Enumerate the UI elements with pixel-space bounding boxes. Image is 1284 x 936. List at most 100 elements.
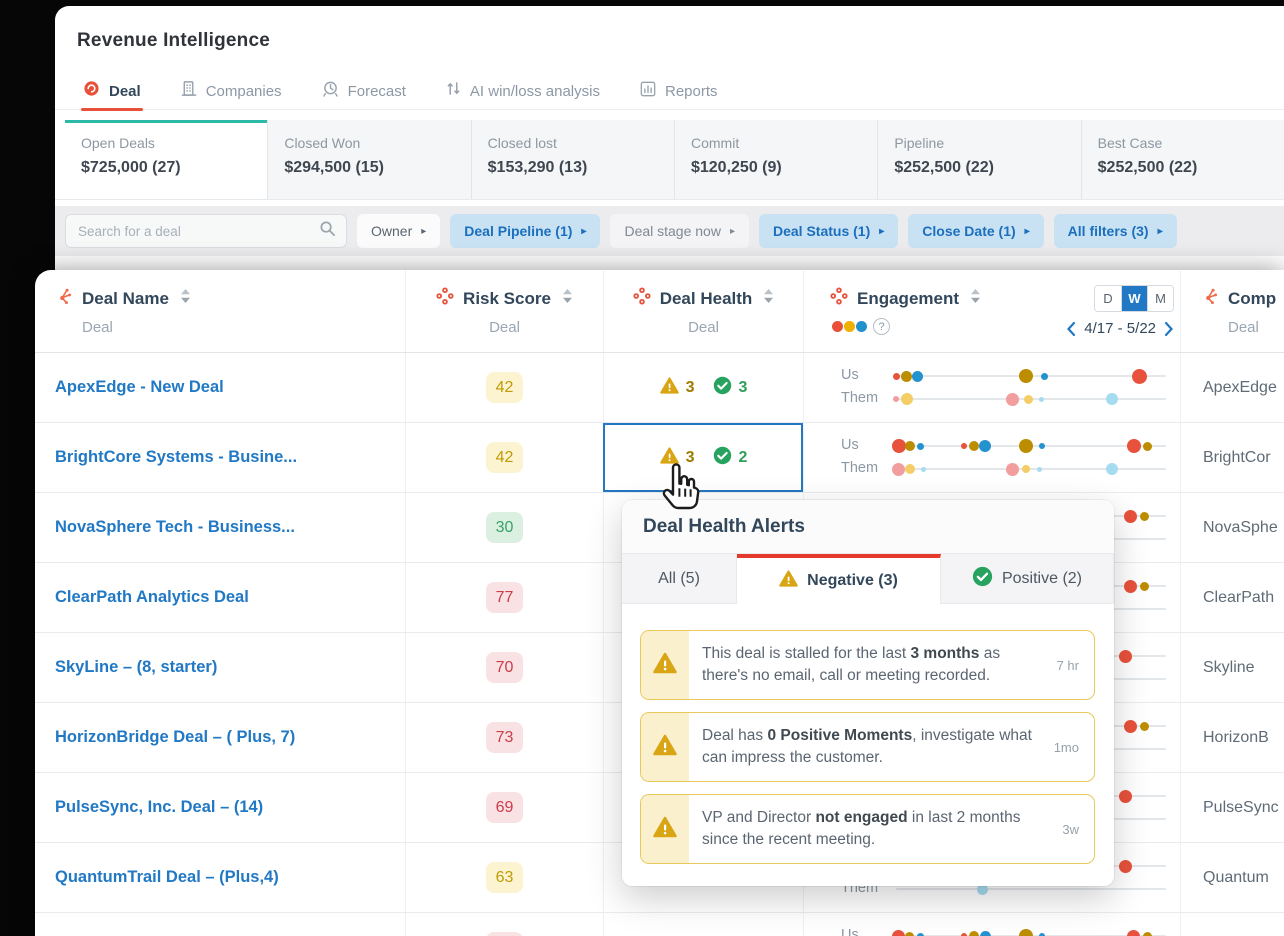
search-input[interactable] (76, 222, 319, 240)
risk-score-badge (486, 932, 523, 936)
tab-companies[interactable]: Companies (181, 72, 282, 109)
companies-icon (181, 80, 197, 101)
engagement-dot (1124, 719, 1138, 733)
period-toggle: DWM (1094, 285, 1174, 312)
company-cell: Quantum (1180, 843, 1284, 912)
summary-card-open-deals[interactable]: Open Deals $725,000 (27) (65, 120, 268, 199)
sort-icon[interactable] (761, 288, 774, 309)
summary-card-best-case[interactable]: Best Case $252,500 (22) (1080, 120, 1284, 199)
engagement-dot (1124, 509, 1138, 523)
engagement-dot (891, 439, 906, 453)
deal-name-link[interactable]: ApexEdge - New Deal (35, 353, 405, 422)
engagement-dot (916, 932, 924, 936)
deal-health-cell[interactable]: 33 (603, 353, 803, 422)
popup-tab-label: Negative (3) (807, 572, 898, 589)
column-header-company[interactable]: Comp Deal (1180, 270, 1284, 352)
toggle-d[interactable]: D (1095, 286, 1121, 311)
deal-health-cell[interactable] (603, 913, 803, 936)
column-header-risk-score[interactable]: Risk Score Deal (405, 270, 603, 352)
tab-forecast[interactable]: Forecast (322, 72, 406, 109)
engagement-dot (1106, 393, 1118, 405)
column-subtitle: Deal (82, 319, 113, 336)
company-cell: ApexEdge (1180, 353, 1284, 422)
engagement-track (896, 883, 1166, 895)
summary-card-closed-lost[interactable]: Closed lost $153,290 (13) (470, 120, 674, 199)
alert-text: VP and Director not engaged in last 2 mo… (702, 808, 1021, 848)
help-icon[interactable]: ? (873, 318, 890, 335)
alert-warning-strip (641, 795, 689, 863)
negative-count: 3 (685, 378, 695, 396)
warning-icon (779, 569, 798, 593)
positive-count: 3 (738, 378, 748, 396)
deal-name-link[interactable]: PulseSync, Inc. Deal – (14) (35, 773, 405, 842)
deal-name-link[interactable]: HorizonBridge Deal – ( Plus, 7) (35, 703, 405, 772)
chevron-left-icon[interactable] (1066, 321, 1076, 337)
engagement-cell: UsThem (803, 353, 1180, 422)
engagement-dot (1119, 649, 1132, 663)
chevron-right-icon: ▸ (1024, 225, 1030, 237)
popup-tab-negative-3[interactable]: Negative (3) (737, 554, 941, 604)
engagement-cell: UsThem (803, 913, 1180, 936)
chevron-right-icon[interactable] (1164, 321, 1174, 337)
engagement-dot (904, 464, 915, 474)
tab-ai-win-loss-analysis[interactable]: AI win/loss analysis (446, 72, 600, 109)
warning-icon (659, 376, 679, 400)
popup-tab-positive-2[interactable]: Positive (2) (941, 554, 1114, 603)
reports-icon (640, 81, 656, 101)
sort-icon[interactable] (968, 288, 981, 309)
sort-icon[interactable] (560, 288, 573, 309)
tab-label: Reports (664, 82, 718, 100)
summary-card-pipeline[interactable]: Pipeline $252,500 (22) (877, 120, 1081, 199)
summary-card-closed-won[interactable]: Closed Won $294,500 (15) (267, 120, 471, 199)
deal-health-cell[interactable]: 32 (603, 423, 803, 492)
deal-name-link[interactable] (35, 913, 405, 936)
engagement-dot (892, 929, 906, 936)
engagement-dot (969, 441, 980, 451)
engagement-dot (1126, 439, 1141, 453)
filter-chip-deal-status-1[interactable]: Deal Status (1) ▸ (759, 214, 899, 248)
toggle-w[interactable]: W (1121, 286, 1147, 311)
engagement-dot (1139, 581, 1149, 591)
tab-deal[interactable]: Deal (81, 72, 143, 111)
column-header-deal-name[interactable]: Deal Name Deal (35, 270, 405, 352)
engagement-dot (905, 931, 914, 936)
column-header-engagement[interactable]: Engagement ? DWM 4/17 - 5/22 (803, 270, 1180, 352)
check-icon (972, 566, 993, 592)
engagement-dot (1127, 929, 1141, 936)
tab-reports[interactable]: Reports (640, 72, 718, 109)
filter-chip-deal-stage-now[interactable]: Deal stage now ▸ (610, 214, 749, 248)
engagement-cell: UsThem (803, 423, 1180, 492)
summary-card-value: $252,500 (22) (1097, 159, 1198, 176)
alert-timestamp: 1mo (1053, 739, 1079, 755)
column-title: Deal Name (82, 288, 169, 308)
filter-chip-close-date-1[interactable]: Close Date (1) ▸ (908, 214, 1044, 248)
header-card: Revenue Intelligence Deal Companies Foreca… (55, 6, 1284, 272)
summary-card-value: $294,500 (15) (284, 159, 384, 176)
summary-card-value: $120,250 (9) (690, 159, 782, 176)
alert-body: Deal has 0 Positive Moments, investigate… (689, 713, 1094, 781)
engagement-legend-dots (832, 321, 867, 332)
filter-chip-all-filters-3[interactable]: All filters (3) ▸ (1053, 214, 1177, 248)
filter-chip-deal-pipeline-1[interactable]: Deal Pipeline (1) ▸ (450, 214, 601, 248)
risk-score-cell: 63 (405, 843, 603, 912)
column-header-deal-health[interactable]: Deal Health Deal (603, 270, 803, 352)
hubspot-icon (55, 287, 73, 310)
chip-label: Deal Pipeline (1) (464, 223, 573, 239)
deal-name-link[interactable]: QuantumTrail Deal – (Plus,4) (35, 843, 405, 912)
deal-name-link[interactable]: ClearPath Analytics Deal (35, 563, 405, 632)
deal-name-link[interactable]: NovaSphere Tech - Business... (35, 493, 405, 562)
revenue-intelligence-app: Revenue Intelligence Deal Companies Foreca… (0, 0, 1284, 936)
popup-tab-all-5[interactable]: All (5) (622, 554, 737, 603)
filter-chip-owner[interactable]: Owner ▸ (357, 214, 441, 248)
positive-alerts: 3 (713, 376, 748, 400)
deal-name-link[interactable]: BrightCore Systems - Busine... (35, 423, 405, 492)
chip-label: Close Date (1) (922, 223, 1016, 239)
summary-card-commit[interactable]: Commit $120,250 (9) (673, 120, 878, 199)
deal-name-link[interactable]: SkyLine – (8, starter) (35, 633, 405, 702)
sort-icon[interactable] (178, 288, 191, 309)
column-subtitle: Deal (688, 319, 719, 336)
alert-timestamp: 3w (1062, 821, 1079, 837)
popup-tab-label: All (5) (658, 569, 700, 587)
toggle-m[interactable]: M (1147, 286, 1173, 311)
chip-label: Deal Status (1) (773, 223, 871, 239)
